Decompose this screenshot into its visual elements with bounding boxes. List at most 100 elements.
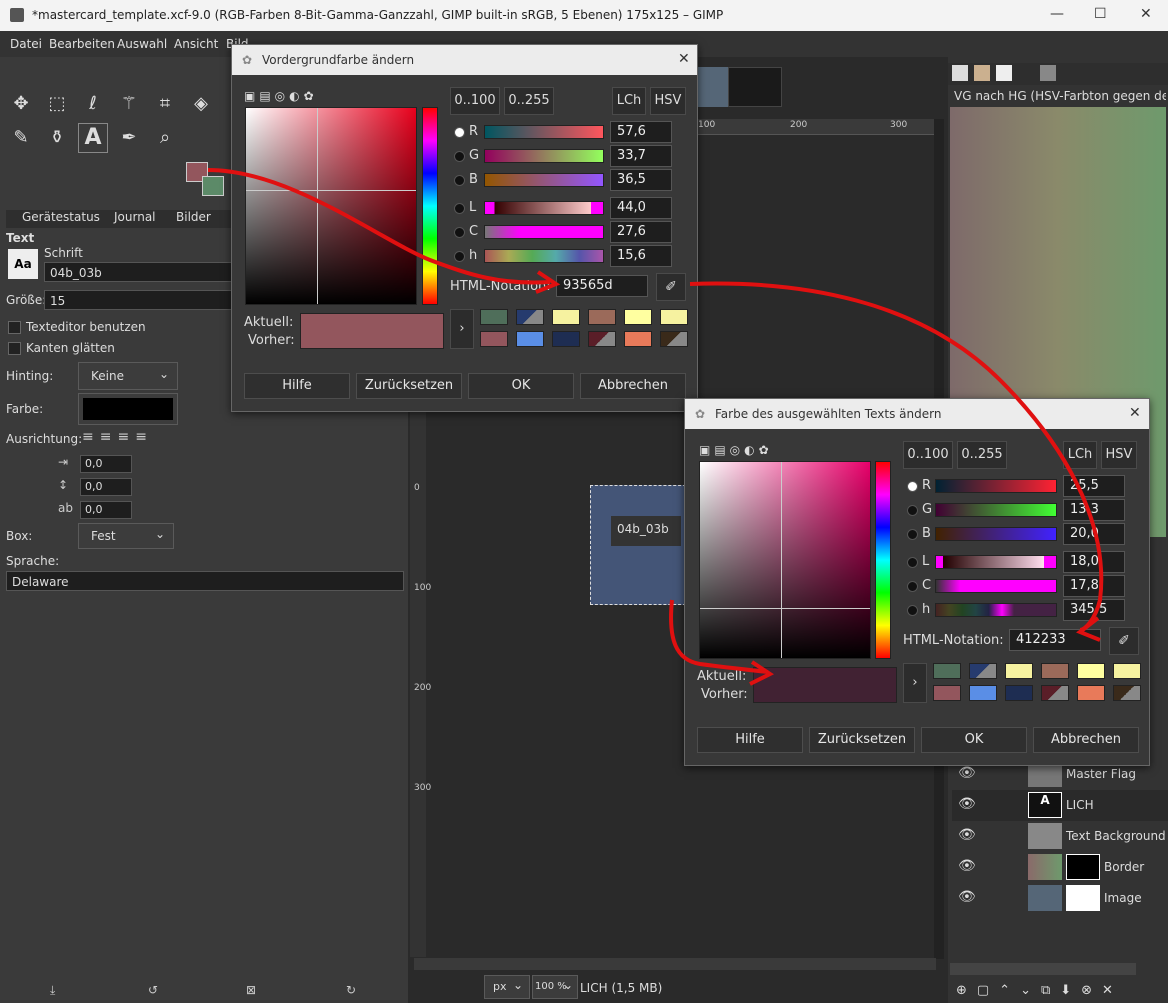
channel-slider[interactable]: [484, 201, 604, 215]
history-swatch[interactable]: [516, 309, 544, 325]
history-swatch[interactable]: [552, 309, 580, 325]
tab-bilder[interactable]: Bilder: [176, 210, 211, 224]
cancel-button[interactable]: Abbrechen: [580, 373, 686, 399]
eye-icon[interactable]: 👁: [958, 796, 976, 812]
history-swatch[interactable]: [660, 331, 688, 347]
menu-bearbeiten[interactable]: Bearbeiten: [49, 37, 115, 51]
close-icon[interactable]: ✕: [1140, 6, 1152, 22]
history-swatch[interactable]: [969, 685, 997, 701]
help-button[interactable]: Hilfe: [244, 373, 350, 399]
radio-b[interactable]: [907, 529, 918, 540]
layer-row[interactable]: 👁 Text Background: [952, 821, 1168, 852]
channel-value[interactable]: 18,0: [1063, 551, 1125, 573]
box-select[interactable]: Fest ⌄: [78, 523, 174, 549]
indent-input[interactable]: 0,0: [80, 455, 132, 473]
html-notation-input[interactable]: 412233: [1009, 629, 1101, 651]
zoom-select[interactable]: 100 % ⌄: [532, 975, 578, 999]
selector-tabs[interactable]: ▣▤◎◐✿: [699, 443, 773, 457]
channel-value[interactable]: 15,6: [610, 245, 672, 267]
lch-button[interactable]: LCh: [612, 87, 646, 115]
move-tool-icon[interactable]: ✥: [8, 91, 34, 117]
channel-slider[interactable]: [935, 479, 1057, 493]
texteditor-checkbox[interactable]: [8, 321, 21, 334]
ok-button[interactable]: OK: [921, 727, 1027, 753]
size-input[interactable]: 15: [44, 290, 234, 310]
layer-row[interactable]: 👁 A LICH: [952, 790, 1168, 821]
hsv-button[interactable]: HSV: [650, 87, 686, 115]
radio-l[interactable]: [907, 557, 918, 568]
font-tab-icon[interactable]: [996, 65, 1012, 81]
hue-strip[interactable]: [875, 461, 891, 659]
image-tab-thumb-1[interactable]: [696, 67, 732, 107]
eye-icon[interactable]: 👁: [958, 765, 976, 781]
layers-scrollbar[interactable]: [950, 963, 1136, 975]
radio-g[interactable]: [907, 505, 918, 516]
layer-row[interactable]: 👁 Image: [952, 883, 1168, 914]
reset-button[interactable]: Zurücksetzen: [356, 373, 462, 399]
channel-value[interactable]: 33,7: [610, 145, 672, 167]
channel-slider[interactable]: [484, 149, 604, 163]
radio-l[interactable]: [454, 203, 465, 214]
eye-icon[interactable]: 👁: [958, 827, 976, 843]
channel-value[interactable]: 17,8: [1063, 575, 1125, 597]
tab-journal[interactable]: Journal: [114, 210, 156, 224]
selector-tabs[interactable]: ▣▤◎◐✿: [244, 89, 318, 103]
color-picker-icon[interactable]: ✐: [1109, 627, 1139, 655]
channel-value[interactable]: 44,0: [610, 197, 672, 219]
history-swatch[interactable]: [588, 331, 616, 347]
font-preview-icon[interactable]: Aa: [8, 249, 38, 279]
antialias-checkbox[interactable]: [8, 342, 21, 355]
history-swatch[interactable]: [1041, 663, 1069, 679]
color-area[interactable]: [699, 461, 871, 659]
lch-button[interactable]: LCh: [1063, 441, 1097, 469]
lasso-tool-icon[interactable]: ℓ: [80, 91, 106, 117]
color-picker-icon[interactable]: ✐: [656, 273, 686, 301]
history-swatch[interactable]: [1005, 685, 1033, 701]
channel-slider[interactable]: [484, 173, 604, 187]
background-color-swatch[interactable]: [202, 176, 224, 196]
pattern-tab-icon[interactable]: [974, 65, 990, 81]
menu-datei[interactable]: Datei: [10, 37, 42, 51]
crop-tool-icon[interactable]: ⌗: [152, 91, 178, 117]
history-swatch[interactable]: [969, 663, 997, 679]
rect-select-tool-icon[interactable]: ⬚: [44, 91, 70, 117]
radio-c[interactable]: [454, 227, 465, 238]
channel-value[interactable]: 27,6: [610, 221, 672, 243]
channel-slider[interactable]: [935, 603, 1057, 617]
hinting-select[interactable]: Keine ⌄: [78, 362, 178, 390]
range-0-255-button[interactable]: 0..255: [504, 87, 554, 115]
layer-action-icons[interactable]: ⊕▢⌃⌄⧉⬇⊗✕: [956, 983, 1123, 998]
history-swatch[interactable]: [624, 331, 652, 347]
linespacing-input[interactable]: 0,0: [80, 478, 132, 496]
range-0-100-button[interactable]: 0..100: [903, 441, 953, 469]
channel-slider[interactable]: [935, 555, 1057, 569]
hsv-button[interactable]: HSV: [1101, 441, 1137, 469]
image-canvas[interactable]: 04b_03b: [590, 485, 686, 605]
radio-r[interactable]: [454, 127, 465, 138]
history-swatch[interactable]: [516, 331, 544, 347]
ok-button[interactable]: OK: [468, 373, 574, 399]
text-tool-icon[interactable]: A: [78, 123, 108, 153]
hue-strip[interactable]: [422, 107, 438, 305]
reset-button[interactable]: Zurücksetzen: [809, 727, 915, 753]
range-0-255-button[interactable]: 0..255: [957, 441, 1007, 469]
horizontal-scrollbar[interactable]: [414, 958, 936, 970]
reset-options-icon[interactable]: ↻: [346, 983, 356, 997]
history-swatch[interactable]: [1077, 685, 1105, 701]
radio-h[interactable]: [454, 251, 465, 262]
cancel-button[interactable]: Abbrechen: [1033, 727, 1139, 753]
transform-tool-icon[interactable]: ◈: [188, 91, 214, 117]
channel-value[interactable]: 25,5: [1063, 475, 1125, 497]
gradient-tab-icon[interactable]: [1040, 65, 1056, 81]
history-swatch[interactable]: [624, 309, 652, 325]
unit-select[interactable]: px ⌄: [484, 975, 530, 999]
font-input[interactable]: 04b_03b: [44, 262, 234, 282]
close-icon[interactable]: ✕: [678, 51, 690, 67]
history-swatch[interactable]: [480, 331, 508, 347]
fuzzy-select-tool-icon[interactable]: ⚚: [116, 91, 142, 117]
history-swatch[interactable]: [1113, 685, 1141, 701]
channel-slider[interactable]: [484, 225, 604, 239]
eye-icon[interactable]: 👁: [958, 858, 976, 874]
history-swatch[interactable]: [588, 309, 616, 325]
channel-slider[interactable]: [935, 503, 1057, 517]
